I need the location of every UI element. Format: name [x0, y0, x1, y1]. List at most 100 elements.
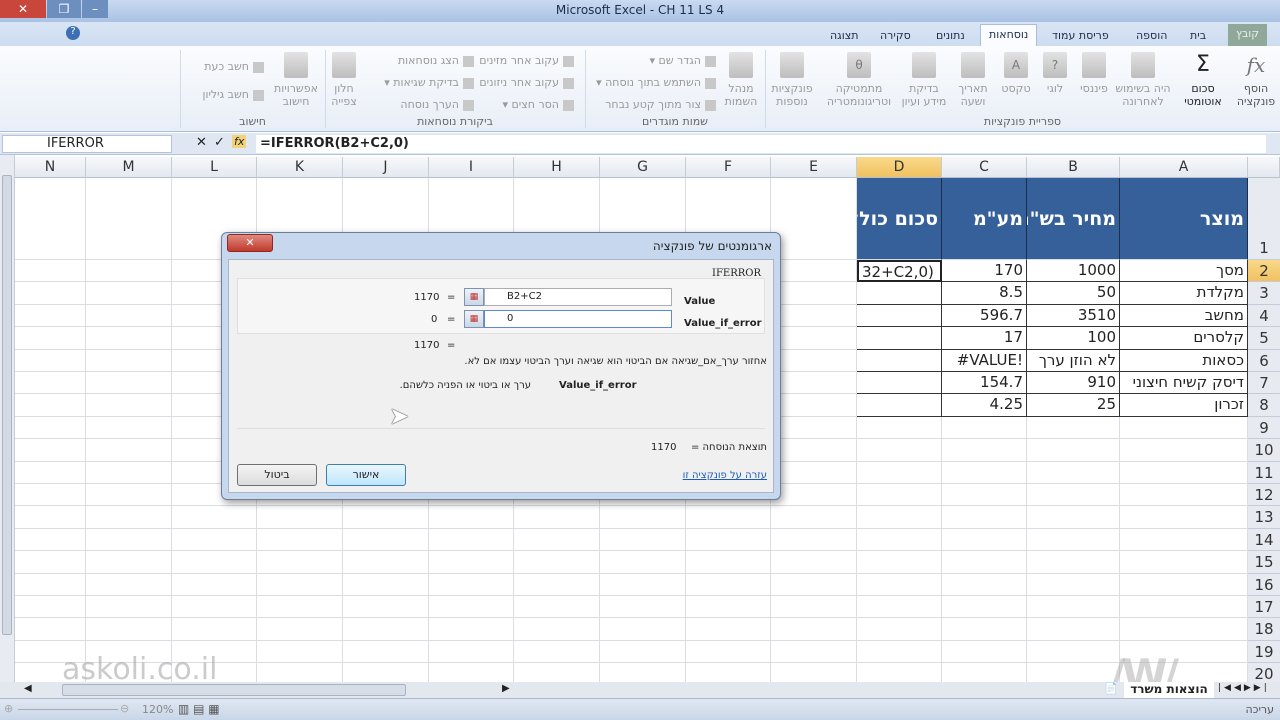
cell-G18[interactable] [600, 618, 686, 641]
cell-A13[interactable] [1120, 506, 1248, 529]
logical-button[interactable]: ? לוגי [1040, 52, 1070, 95]
cell-C3[interactable]: 8.5 [942, 282, 1027, 305]
watch-window-button[interactable]: חלון צפייה [328, 52, 360, 108]
cell-B10[interactable] [1027, 439, 1120, 462]
row-header-9[interactable]: 9 [1248, 416, 1280, 440]
row-header-3[interactable]: 3 [1248, 282, 1280, 305]
cell-D3[interactable] [857, 282, 942, 305]
cell-M8[interactable] [86, 394, 172, 417]
cell-E4[interactable] [771, 304, 857, 328]
row-header-18[interactable]: 18 [1248, 618, 1280, 641]
cell-D9[interactable] [857, 416, 942, 440]
cell-I14[interactable] [429, 528, 514, 552]
cell-L17[interactable] [172, 596, 257, 619]
cell-G13[interactable] [600, 506, 686, 529]
cell-D19[interactable] [857, 640, 942, 664]
insert-sheet-icon[interactable]: 📄 [1104, 682, 1118, 695]
cell-B13[interactable] [1027, 506, 1120, 529]
cell-M5[interactable] [86, 327, 172, 350]
scroll-left-icon[interactable]: ◀ [24, 683, 32, 694]
cell-G17[interactable] [600, 596, 686, 619]
cell-I16[interactable] [429, 573, 514, 596]
insert-function-button[interactable]: fx הוסף פונקציה [1236, 52, 1276, 108]
cell-L18[interactable] [172, 618, 257, 641]
cell-A18[interactable] [1120, 618, 1248, 641]
column-header-K[interactable]: K [257, 157, 343, 178]
cell-C12[interactable] [942, 484, 1027, 507]
column-header-M[interactable]: M [86, 157, 172, 178]
cell-B18[interactable] [1027, 618, 1120, 641]
create-from-selection-button[interactable]: צור מתוך קטע נבחר [605, 98, 716, 111]
cell-A12[interactable] [1120, 484, 1248, 507]
cell-A3[interactable]: מקלדת [1120, 282, 1248, 305]
sheet-tab-office-expenses[interactable]: הוצאות משרד [1124, 682, 1214, 698]
cell-K15[interactable] [257, 551, 343, 574]
cell-N8[interactable] [15, 394, 86, 417]
cell-N11[interactable] [15, 461, 86, 484]
cell-M2[interactable] [86, 260, 172, 283]
cell-I17[interactable] [429, 596, 514, 619]
cell-M1[interactable] [86, 178, 172, 260]
cell-B15[interactable] [1027, 551, 1120, 574]
cell-C2[interactable]: 170 [942, 260, 1027, 283]
cell-A8[interactable]: זכרון [1120, 394, 1248, 417]
cell-C7[interactable]: 154.7 [942, 372, 1027, 395]
cell-D17[interactable] [857, 596, 942, 619]
cell-F13[interactable] [686, 506, 771, 529]
row-header-6[interactable]: 6 [1248, 349, 1280, 372]
cell-I15[interactable] [429, 551, 514, 574]
cell-E18[interactable] [771, 618, 857, 641]
cell-C10[interactable] [942, 439, 1027, 462]
cell-N18[interactable] [15, 618, 86, 641]
define-name-button[interactable]: הגדר שם ▾ [649, 54, 716, 67]
cell-E16[interactable] [771, 573, 857, 596]
row-header-1[interactable]: 1 [1248, 178, 1280, 260]
cell-A5[interactable]: קלסרים [1120, 327, 1248, 350]
row-header-2[interactable]: 2 [1248, 260, 1280, 283]
text-button[interactable]: A טקסט [998, 52, 1034, 95]
trace-dependents-button[interactable]: עקוב אחר ניזונים [479, 76, 574, 89]
horizontal-scrollbar[interactable]: ◀ ▶ [0, 682, 520, 698]
row-header-14[interactable]: 14 [1248, 528, 1280, 552]
recently-used-button[interactable]: היה בשימוש לאחרונה [1112, 52, 1174, 108]
cell-D12[interactable] [857, 484, 942, 507]
help-link[interactable]: עזרה על פונקציה זו [683, 470, 767, 481]
date-time-button[interactable]: תאריך ושעה [952, 52, 994, 108]
cell-D5[interactable] [857, 327, 942, 350]
cell-M17[interactable] [86, 596, 172, 619]
use-in-formula-button[interactable]: השתמש בתוך נוסחה ▾ [596, 76, 716, 89]
autosum-button[interactable]: Σ סכום אוטומטי [1178, 52, 1228, 108]
zoom-in-icon[interactable]: ⊕ [4, 702, 13, 715]
collapse-dialog-icon[interactable]: ▦ [464, 288, 484, 306]
cell-D7[interactable] [857, 372, 942, 395]
cell-B7[interactable]: 910 [1027, 372, 1120, 395]
cell-D6[interactable] [857, 349, 942, 372]
cell-B1[interactable]: מחיר בש"ח [1027, 178, 1120, 260]
scroll-thumb[interactable] [62, 684, 406, 696]
calculate-now-button[interactable]: חשב כעת [204, 60, 264, 73]
cell-A7[interactable]: דיסק קשיח חיצוני [1120, 372, 1248, 395]
column-header-I[interactable]: I [429, 157, 514, 178]
cell-N15[interactable] [15, 551, 86, 574]
cell-B5[interactable]: 100 [1027, 327, 1120, 350]
cell-K14[interactable] [257, 528, 343, 552]
cell-L13[interactable] [172, 506, 257, 529]
column-header-E[interactable]: E [771, 157, 857, 178]
cell-M4[interactable] [86, 304, 172, 328]
column-header-L[interactable]: L [172, 157, 257, 178]
select-all-corner[interactable] [1248, 157, 1280, 178]
cell-E2[interactable] [771, 260, 857, 283]
cell-C5[interactable]: 17 [942, 327, 1027, 350]
row-header-5[interactable]: 5 [1248, 327, 1280, 350]
cell-B16[interactable] [1027, 573, 1120, 596]
sheet-nav-icons[interactable]: |◀◀▶▶| [1218, 683, 1270, 693]
cell-D18[interactable] [857, 618, 942, 641]
trace-precedents-button[interactable]: עקוב אחר מזינים [479, 54, 574, 67]
zoom-out-icon[interactable]: ⊖ [120, 702, 129, 715]
cell-N9[interactable] [15, 416, 86, 440]
cell-A4[interactable]: מחשב [1120, 304, 1248, 328]
cell-B14[interactable] [1027, 528, 1120, 552]
cell-M10[interactable] [86, 439, 172, 462]
cell-N1[interactable] [15, 178, 86, 260]
cell-K16[interactable] [257, 573, 343, 596]
